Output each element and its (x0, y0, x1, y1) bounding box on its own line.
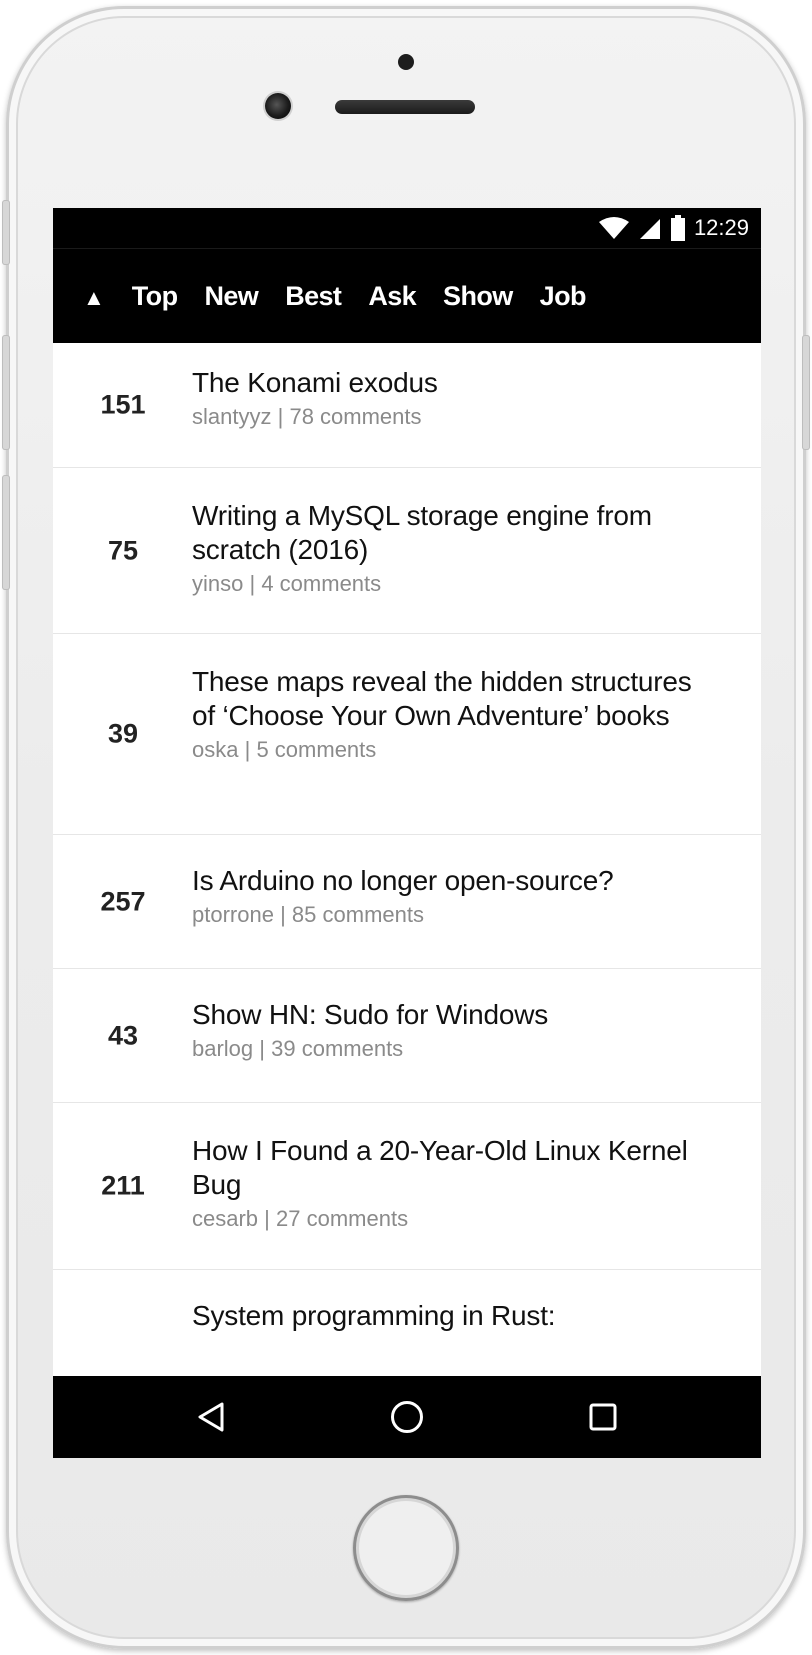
story-meta: ptorrone | 85 comments (192, 900, 721, 930)
story-meta: slantyyz | 78 comments (192, 402, 721, 432)
story-comments[interactable]: 27 comments (276, 1206, 408, 1231)
story-author[interactable]: yinso (192, 571, 243, 596)
story-comments[interactable]: 39 comments (271, 1036, 403, 1061)
story-author[interactable]: cesarb (192, 1206, 258, 1231)
story-content: Writing a MySQL storage engine from scra… (192, 499, 721, 599)
story-title[interactable]: Writing a MySQL storage engine from scra… (192, 499, 721, 567)
meta-separator: | (280, 902, 286, 927)
back-button[interactable] (181, 1387, 241, 1447)
mute-switch (2, 200, 10, 265)
story-score: 75 (107, 535, 139, 565)
tab-top[interactable]: Top (132, 281, 178, 312)
top-nav: ▲ Top New Best Ask Show Job (53, 248, 761, 343)
power-button (802, 335, 810, 450)
status-bar: 12:29 (53, 208, 761, 248)
list-item[interactable]: 151 The Konami exodus slantyyz | 78 comm… (53, 343, 761, 468)
story-author[interactable]: oska (192, 737, 238, 762)
front-camera-icon (265, 93, 291, 119)
story-score: 151 (100, 389, 146, 420)
story-meta: yinso | 4 comments (192, 569, 721, 599)
physical-home-button[interactable] (353, 1495, 459, 1601)
story-content: The Konami exodus slantyyz | 78 comments (192, 366, 721, 432)
meta-separator: | (277, 404, 284, 429)
meta-separator: | (259, 1036, 265, 1061)
story-content: System programming in Rust: (192, 1299, 721, 1333)
meta-separator: | (264, 1206, 270, 1231)
story-content: Show HN: Sudo for Windows barlog | 39 co… (192, 998, 721, 1064)
list-item[interactable]: 211 How I Found a 20-Year-Old Linux Kern… (53, 1103, 761, 1270)
story-title[interactable]: These maps reveal the hidden structures … (192, 665, 721, 733)
wifi-icon (598, 217, 629, 239)
story-author[interactable]: slantyyz (192, 404, 271, 429)
tab-best[interactable]: Best (285, 281, 342, 312)
story-score: 39 (107, 718, 139, 749)
list-item[interactable]: 43 Show HN: Sudo for Windows barlog | 39… (53, 969, 761, 1103)
proximity-sensor (398, 54, 414, 70)
story-comments[interactable]: 78 comments (289, 404, 421, 429)
story-meta: oska | 5 comments (192, 735, 721, 765)
tab-ask[interactable]: Ask (368, 281, 416, 312)
story-title[interactable]: The Konami exodus (192, 366, 721, 400)
cell-signal-icon (639, 219, 660, 239)
home-button[interactable] (377, 1387, 437, 1447)
list-item[interactable]: 39 These maps reveal the hidden structur… (53, 634, 761, 835)
story-author[interactable]: barlog (192, 1036, 253, 1061)
meta-separator: | (249, 571, 256, 596)
story-title[interactable]: How I Found a 20-Year-Old Linux Kernel B… (192, 1134, 721, 1202)
story-list: 151 The Konami exodus slantyyz | 78 comm… (53, 343, 761, 1420)
meta-separator: | (244, 737, 251, 762)
back-icon (198, 1402, 224, 1432)
story-title[interactable]: Show HN: Sudo for Windows (192, 998, 721, 1032)
tab-job[interactable]: Job (540, 281, 587, 312)
story-title[interactable]: Is Arduino no longer open-source? (192, 864, 721, 898)
battery-icon (670, 215, 685, 241)
recents-square-icon (589, 1403, 617, 1431)
upvote-arrow-icon[interactable]: ▲ (83, 285, 105, 311)
volume-down-button (2, 475, 10, 590)
volume-up-button (2, 335, 10, 450)
earpiece-speaker (335, 100, 475, 114)
tab-show[interactable]: Show (443, 281, 513, 312)
story-content: Is Arduino no longer open-source? ptorro… (192, 864, 721, 930)
story-author[interactable]: ptorrone (192, 902, 274, 927)
recents-button[interactable] (573, 1387, 633, 1447)
story-meta: barlog | 39 comments (192, 1034, 721, 1064)
story-comments[interactable]: 4 comments (261, 571, 381, 596)
list-item[interactable]: 75 Writing a MySQL storage engine from s… (53, 468, 761, 634)
story-comments[interactable]: 85 comments (292, 902, 424, 927)
story-content: These maps reveal the hidden structures … (192, 665, 721, 765)
list-item[interactable]: 257 Is Arduino no longer open-source? pt… (53, 835, 761, 969)
story-meta: cesarb | 27 comments (192, 1204, 721, 1234)
story-content: How I Found a 20-Year-Old Linux Kernel B… (192, 1134, 721, 1234)
system-nav-bar (53, 1376, 761, 1458)
story-score: 211 (101, 1170, 145, 1201)
story-comments[interactable]: 5 comments (256, 737, 376, 762)
story-title[interactable]: System programming in Rust: (192, 1299, 721, 1333)
clock: 12:29 (693, 215, 749, 240)
story-score: 257 (100, 886, 146, 916)
screen: 12:29 ▲ Top New Best Ask Show Job 151 Th… (53, 208, 761, 1458)
device-frame: 12:29 ▲ Top New Best Ask Show Job 151 Th… (0, 0, 812, 1655)
tab-new[interactable]: New (204, 281, 258, 312)
home-circle-icon (391, 1401, 423, 1433)
story-score: 43 (107, 1020, 139, 1050)
